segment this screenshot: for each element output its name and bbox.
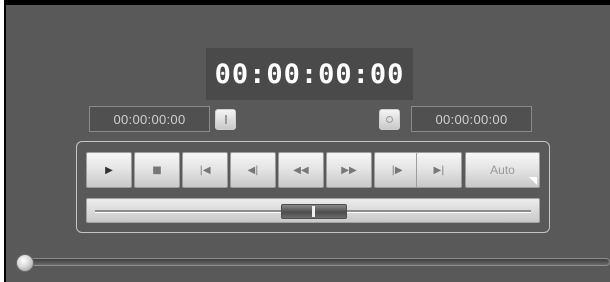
player-panel: 00:00:00:00 00:00:00:00 00:00:00:00 ▶ ■ … [4,0,610,282]
end-button[interactable]: ▶| [416,152,462,188]
auto-label: Auto [490,163,515,177]
play-icon: ▶ [105,164,113,176]
mark-in-button[interactable] [215,109,236,130]
shuttle-knob-center-mark [312,206,315,217]
stop-icon: ■ [152,164,162,176]
previous-frame-button[interactable]: ◀| [230,152,276,188]
shuttle-knob[interactable] [281,204,347,219]
mark-out-button[interactable] [379,109,400,130]
mark-out-icon [386,116,393,123]
shuttle-control[interactable] [86,198,540,223]
next-frame-button[interactable]: |▶ [374,152,420,188]
fast-forward-button[interactable]: ▶▶ [326,152,372,188]
rewind-button[interactable]: ◀◀ [278,152,324,188]
timeline-scrubber-knob[interactable] [16,254,34,272]
dropdown-corner-icon [529,177,537,185]
play-button[interactable]: ▶ [86,152,132,188]
end-icon: ▶| [433,164,445,176]
fast-forward-icon: ▶▶ [341,164,357,176]
home-icon: |◀ [199,164,211,176]
mark-in-timecode-field[interactable]: 00:00:00:00 [89,106,210,132]
timecode-display: 00:00:00:00 [206,48,413,100]
auto-dropdown-button[interactable]: Auto [465,152,540,188]
next-frame-icon: |▶ [391,164,403,176]
mark-out-timecode-field[interactable]: 00:00:00:00 [411,106,532,132]
home-button[interactable]: |◀ [182,152,228,188]
stop-button[interactable]: ■ [134,152,180,188]
rewind-icon: ◀◀ [293,164,309,176]
timeline-scrubber-track[interactable] [18,258,610,266]
timecode-text: 00:00:00:00 [214,58,405,90]
mark-in-icon [224,115,227,124]
previous-frame-icon: ◀| [247,164,259,176]
